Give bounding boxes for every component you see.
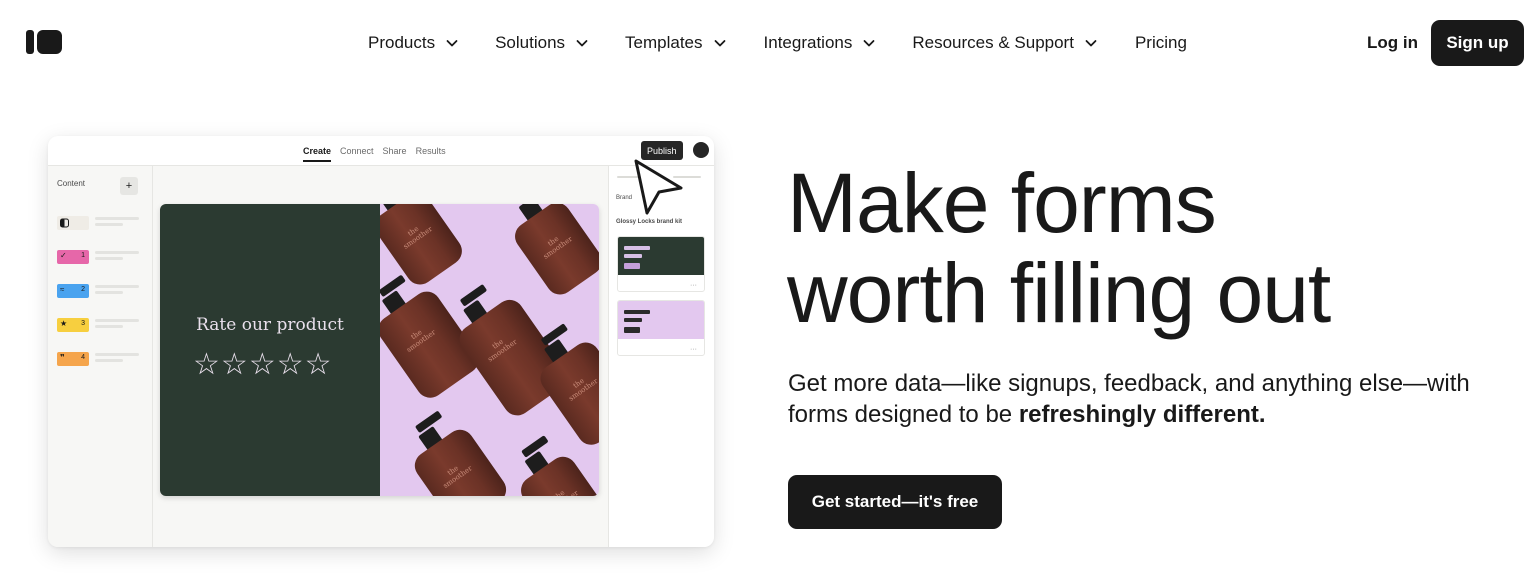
nav-item-label: Integrations bbox=[763, 33, 853, 52]
subtext-emphasis: refreshingly different. bbox=[1018, 401, 1266, 428]
question-badge bbox=[57, 216, 89, 230]
brand-label: Brand bbox=[616, 195, 633, 201]
question-placeholder-line bbox=[95, 285, 139, 288]
nav-menu: Products Solutions Templates Integration… bbox=[368, 30, 1187, 56]
nav-item-label: Resources & Support bbox=[912, 33, 1074, 52]
chevron-down-icon bbox=[575, 36, 589, 50]
mockup-tabs: Create Connect Share Results bbox=[303, 146, 455, 162]
chevron-down-icon bbox=[445, 36, 459, 50]
question-badge: ≈ 2 bbox=[57, 284, 89, 298]
add-question-button[interactable]: + bbox=[120, 177, 138, 195]
pointer-cursor-icon bbox=[633, 158, 685, 216]
headline-line: Make forms bbox=[787, 156, 1217, 250]
content-panel: Content + ✓ 1 ≈ 2 ★ 3 ❞ 4 bbox=[48, 166, 153, 547]
top-nav: Products Solutions Templates Integration… bbox=[0, 0, 1536, 86]
nav-item-templates[interactable]: Templates bbox=[625, 33, 726, 53]
avatar[interactable] bbox=[693, 142, 709, 158]
bottle-image: the smoother bbox=[394, 403, 512, 496]
star-outline-icon[interactable]: ☆ bbox=[193, 350, 220, 380]
question-placeholder-line bbox=[95, 319, 139, 322]
rating-question-panel: Rate our product ☆ ☆ ☆ ☆ ☆ bbox=[160, 204, 380, 496]
star-icon: ★ bbox=[60, 319, 68, 328]
star-outline-icon[interactable]: ☆ bbox=[277, 350, 304, 380]
question-placeholder-line bbox=[95, 325, 123, 328]
more-options-icon[interactable]: ··· bbox=[690, 282, 697, 289]
tab-connect[interactable]: Connect bbox=[340, 146, 374, 156]
question-badge: ✓ 1 bbox=[57, 250, 89, 264]
theme-card[interactable]: ··· bbox=[617, 300, 705, 356]
theme-swatch bbox=[618, 237, 704, 275]
signup-button[interactable]: Sign up bbox=[1431, 20, 1524, 66]
chevron-down-icon bbox=[1084, 36, 1098, 50]
question-placeholder-line bbox=[95, 359, 123, 362]
question-item[interactable]: ≈ 2 bbox=[57, 282, 147, 300]
mockup-topbar: Create Connect Share Results Publish bbox=[48, 136, 714, 166]
question-placeholder-line bbox=[95, 251, 139, 254]
star-rating[interactable]: ☆ ☆ ☆ ☆ ☆ bbox=[193, 350, 333, 380]
nav-item-label: Templates bbox=[625, 33, 703, 52]
theme-card[interactable]: ··· bbox=[617, 236, 705, 292]
get-started-button[interactable]: Get started—it's free bbox=[788, 475, 1002, 529]
question-placeholder-line bbox=[95, 257, 123, 260]
star-outline-icon[interactable]: ☆ bbox=[305, 350, 332, 380]
nav-item-label: Pricing bbox=[1134, 33, 1187, 52]
chevron-down-icon bbox=[862, 36, 876, 50]
star-outline-icon[interactable]: ☆ bbox=[249, 350, 276, 380]
question-number: 3 bbox=[81, 320, 85, 327]
nav-item-integrations[interactable]: Integrations bbox=[764, 33, 877, 53]
question-placeholder-line bbox=[95, 223, 123, 226]
more-options-icon[interactable]: ··· bbox=[690, 346, 697, 353]
question-placeholder-line bbox=[95, 353, 139, 356]
link-icon: ≈ bbox=[60, 285, 65, 294]
theme-swatch bbox=[618, 301, 704, 339]
design-panel: Brand Glossy Locks brand kit ··· ··· bbox=[608, 166, 714, 547]
question-badge: ❞ 4 bbox=[57, 352, 89, 366]
quote-icon: ❞ bbox=[60, 353, 65, 362]
rating-prompt: Rate our product bbox=[196, 315, 344, 335]
logo-bar bbox=[26, 30, 34, 54]
product-image: the smoother the smoother the smoother t… bbox=[380, 204, 599, 496]
question-badge: ★ 3 bbox=[57, 318, 89, 332]
question-number: 1 bbox=[81, 252, 85, 259]
question-item[interactable]: ★ 3 bbox=[57, 316, 147, 334]
nav-item-label: Solutions bbox=[495, 33, 566, 52]
login-link[interactable]: Log in bbox=[1367, 30, 1418, 56]
tab-results[interactable]: Results bbox=[416, 146, 446, 156]
question-item[interactable]: ❞ 4 bbox=[57, 350, 147, 368]
nav-item-solutions[interactable]: Solutions bbox=[495, 33, 589, 53]
typeform-logo[interactable] bbox=[26, 30, 62, 54]
form-preview-canvas[interactable]: Rate our product ☆ ☆ ☆ ☆ ☆ the smoother … bbox=[160, 204, 599, 496]
question-number: 2 bbox=[81, 286, 85, 293]
question-placeholder-line bbox=[95, 217, 139, 220]
logo-block bbox=[37, 30, 62, 54]
hero-headline: Make forms worth filling out bbox=[787, 158, 1507, 338]
nav-item-label: Products bbox=[368, 33, 436, 52]
headline-line: worth filling out bbox=[787, 246, 1331, 340]
brand-kit-label: Glossy Locks brand kit bbox=[616, 219, 683, 225]
question-item[interactable] bbox=[57, 214, 147, 232]
chevron-down-icon bbox=[713, 36, 727, 50]
question-item[interactable]: ✓ 1 bbox=[57, 248, 147, 266]
nav-item-resources-support[interactable]: Resources & Support bbox=[912, 33, 1098, 53]
content-panel-title: Content bbox=[57, 179, 86, 188]
nav-item-pricing[interactable]: Pricing bbox=[1135, 33, 1187, 53]
tab-create[interactable]: Create bbox=[303, 146, 332, 162]
question-number: 4 bbox=[81, 354, 85, 361]
tab-share[interactable]: Share bbox=[383, 146, 407, 156]
opinion-scale-icon bbox=[60, 217, 70, 230]
bottle-image: the smoother bbox=[495, 204, 599, 301]
question-placeholder-line bbox=[95, 291, 123, 294]
nav-item-products[interactable]: Products bbox=[368, 33, 459, 53]
hero-subtext: Get more data—like signups, feedback, an… bbox=[788, 368, 1508, 430]
star-outline-icon[interactable]: ☆ bbox=[221, 350, 248, 380]
checkmark-icon: ✓ bbox=[60, 251, 67, 260]
builder-mockup: Create Connect Share Results Publish Con… bbox=[48, 136, 714, 547]
